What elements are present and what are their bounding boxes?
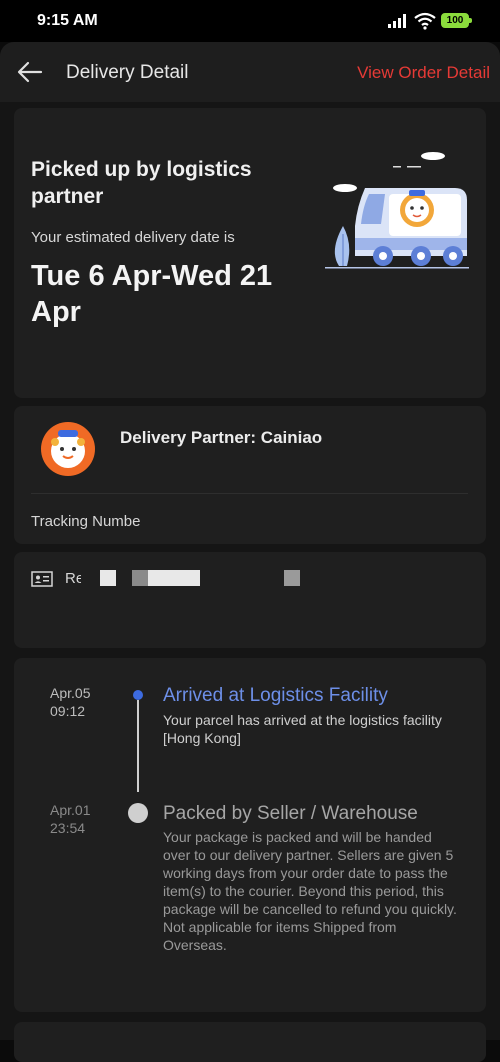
delivery-status-title: Picked up by logistics partner [31,158,252,208]
receiver-label: Re [65,570,81,587]
page-title: Delivery Detail [66,62,189,83]
timeline-connector [137,700,139,792]
redacted-block [100,570,116,586]
timeline-done-dot [128,803,148,823]
main-content[interactable]: Picked up by logistics partner Your esti… [0,102,500,1062]
battery-icon: 100 [441,13,469,28]
delivery-partner-label: Delivery Partner: Cainiao [120,428,323,447]
delivery-status-card: Picked up by logistics partner Your esti… [14,108,486,398]
estimated-delivery-date: Tue 6 Apr-Wed 21 Apr [31,260,273,328]
event-description: Your parcel has arrived at the logistics… [163,712,442,746]
redacted-block [148,570,200,586]
event-day: Apr.05 [50,685,91,701]
event-title: Packed by Seller / Warehouse [163,803,418,824]
status-time: 9:15 AM [37,12,98,29]
battery-tip [469,18,472,23]
view-order-detail-link[interactable]: View Order Detail [357,63,490,83]
event-description: Your package is packed and will be hande… [163,829,457,953]
next-card [14,1022,486,1062]
tracking-number-label: Tracking Numbe [31,513,141,530]
id-card-icon [31,571,53,587]
event-date: Apr.05 09:12 [50,684,90,720]
tracking-timeline: Apr.05 09:12 Arrived at Logistics Facili… [14,658,486,1012]
signal-icon [388,14,406,28]
app-header: Delivery Detail View Order Detail [0,42,500,102]
delivery-truck-illustration [325,152,469,269]
estimate-label: Your estimated delivery date is [31,229,235,246]
event-time: 23:54 [50,820,86,836]
cainiao-logo-icon [41,422,95,476]
event-time: 09:12 [50,703,86,719]
event-title: Arrived at Logistics Facility [163,685,388,706]
divider [31,493,468,494]
receiver-card: Re [14,552,486,648]
timeline-active-dot [133,690,143,700]
redacted-block [132,570,148,586]
wifi-icon [414,12,436,30]
status-bar: 9:15 AM 100 [0,0,500,42]
event-date: Apr.01 23:54 [50,801,90,837]
back-arrow-icon[interactable] [16,58,44,86]
delivery-partner-card: Delivery Partner: Cainiao Tracking Numbe [14,406,486,544]
event-day: Apr.01 [50,802,91,818]
redacted-block [284,570,300,586]
